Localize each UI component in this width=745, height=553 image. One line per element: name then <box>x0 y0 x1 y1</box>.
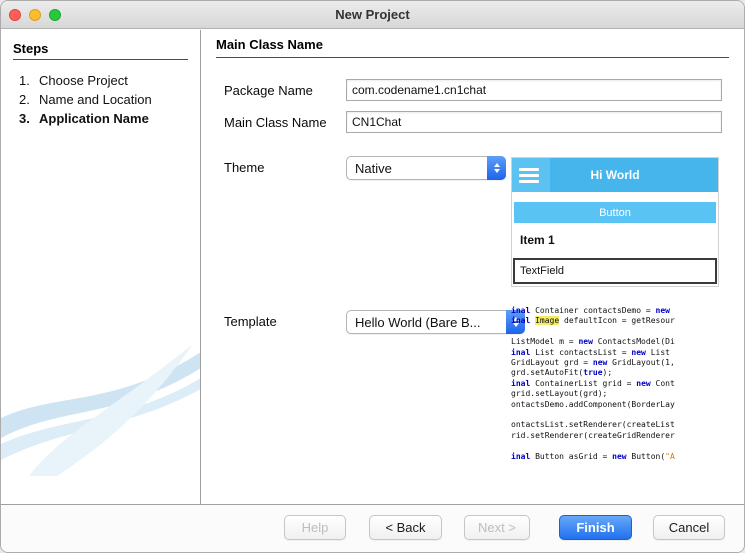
page-title: Main Class Name <box>216 37 323 52</box>
traffic-lights <box>9 1 61 28</box>
new-project-window: New Project Steps 1. Choose Project 2. Name… <box>0 0 745 553</box>
titlebar: New Project <box>1 1 744 29</box>
template-select[interactable]: Hello World (Bare B... <box>346 310 525 334</box>
step-item: 2. Name and Location <box>19 92 152 107</box>
steps-heading: Steps <box>13 41 49 56</box>
finish-button[interactable]: Finish <box>559 515 632 540</box>
preview-button: Button <box>514 202 716 223</box>
watermark-swoosh-graphic <box>1 344 200 476</box>
code-line: inal ContainerList grid = new Cont <box>511 378 675 388</box>
main-divider <box>216 57 729 58</box>
step-item: 1. Choose Project <box>19 73 128 88</box>
main-panel: Main Class Name Package Name Main Class … <box>202 30 744 504</box>
minimize-icon[interactable] <box>29 8 41 21</box>
chevron-up-down-icon <box>487 156 506 180</box>
code-line: rid.setRenderer(createGridRenderer <box>511 430 675 440</box>
help-button[interactable]: Help <box>284 515 346 540</box>
dialog-body: Steps 1. Choose Project 2. Name and Locatio… <box>1 30 744 504</box>
template-selected-value: Hello World (Bare B... <box>355 314 481 330</box>
steps-panel: Steps 1. Choose Project 2. Name and Locatio… <box>1 30 201 504</box>
main-class-name-input[interactable] <box>346 111 722 133</box>
package-name-input[interactable] <box>346 79 722 101</box>
theme-preview: Hi World Button Item 1 TextField <box>511 157 719 287</box>
code-line: inal Container contactsDemo = new <box>511 306 670 315</box>
theme-selected-value: Native <box>355 160 392 176</box>
code-line: inal Button asGrid = new Button("A <box>511 451 675 461</box>
code-line: grd.setAutoFit(true); <box>511 368 613 378</box>
theme-label: Theme <box>224 160 265 175</box>
back-button[interactable]: < Back <box>369 515 442 540</box>
zoom-icon[interactable] <box>49 8 61 21</box>
code-line: grid.setLayout(grd); <box>511 389 608 399</box>
code-line: ontactsList.setRenderer(createList <box>511 420 675 430</box>
close-icon[interactable] <box>9 8 21 21</box>
package-name-label: Package Name <box>224 83 313 98</box>
preview-list-item: Item 1 <box>520 233 555 247</box>
code-line: inal Image defaultIcon = getResour <box>511 316 675 326</box>
template-label: Template <box>224 314 277 329</box>
main-class-name-label: Main Class Name <box>224 115 327 130</box>
preview-titlebar: Hi World <box>512 158 718 192</box>
code-line: inal List contactsList = new List <box>511 347 670 357</box>
hamburger-menu-icon <box>512 158 550 192</box>
steps-divider <box>13 59 188 60</box>
preview-title: Hi World <box>590 168 640 182</box>
steps-list: 1. Choose Project 2. Name and Location 3. App… <box>1 72 200 129</box>
footer-bar: Help < Back Next > Finish Cancel <box>1 504 744 552</box>
theme-select[interactable]: Native <box>346 156 506 180</box>
next-button[interactable]: Next > <box>464 515 530 540</box>
code-line: ontactsDemo.addComponent(BorderLay <box>511 399 675 409</box>
code-line: GridLayout grd = new GridLayout(1, <box>511 358 680 368</box>
code-preview: inal Container contactsDemo = new inal I… <box>511 306 744 468</box>
step-item: 3. Application Name <box>19 111 149 126</box>
code-line: ListModel m = new ContactsModel(Di <box>511 337 675 347</box>
window-title: New Project <box>335 7 410 22</box>
cancel-button[interactable]: Cancel <box>653 515 725 540</box>
preview-textfield: TextField <box>513 258 717 284</box>
